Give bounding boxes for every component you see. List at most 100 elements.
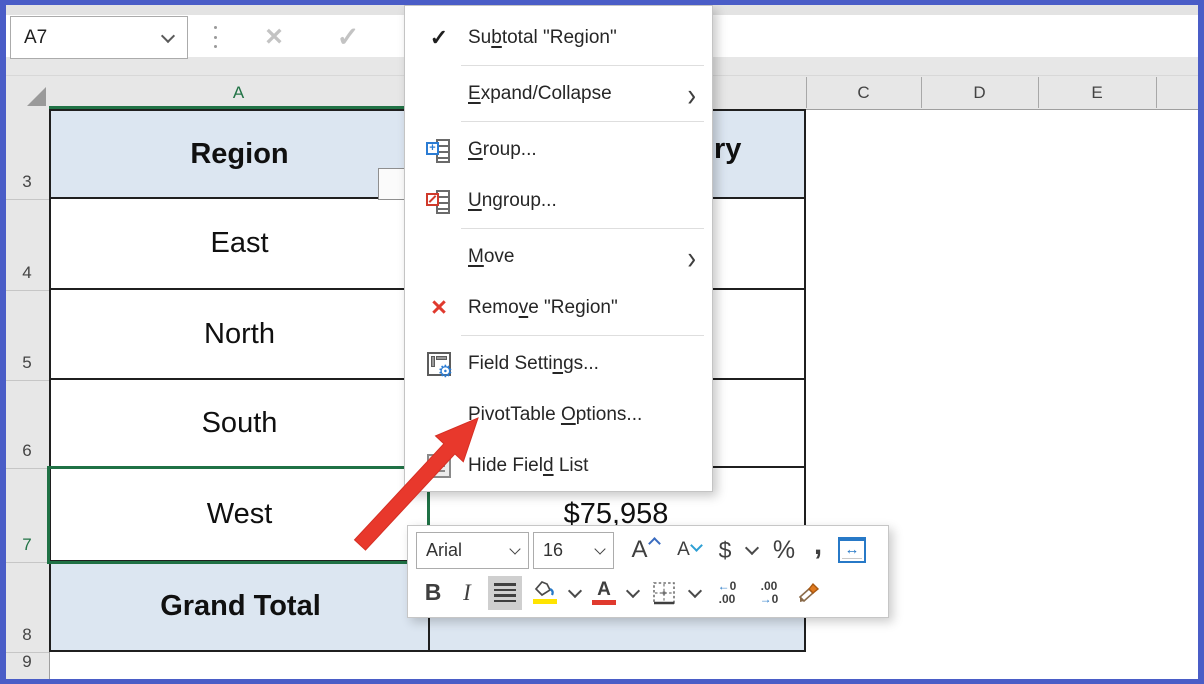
- accounting-format-dropdown[interactable]: [740, 543, 764, 557]
- name-box-value: A7: [11, 27, 163, 49]
- menu-separator: [461, 121, 704, 122]
- font-name-combo[interactable]: Arial: [416, 532, 529, 569]
- menu-item-label: Move: [468, 246, 514, 268]
- italic-button[interactable]: I: [450, 580, 484, 606]
- font-color-letter: A: [597, 580, 611, 599]
- menu-item-expand-collapse[interactable]: Expand/Collapse ›: [405, 68, 712, 119]
- decrease-font-size-button[interactable]: A: [668, 539, 710, 561]
- font-name-value: Arial: [417, 540, 511, 561]
- format-painter-button[interactable]: [790, 580, 828, 606]
- column-header-c[interactable]: C: [806, 80, 921, 106]
- row-header-6[interactable]: 6: [6, 380, 48, 468]
- menu-item-ungroup[interactable]: Ungroup...: [405, 175, 712, 226]
- remove-x-icon: ×: [431, 294, 447, 321]
- selected-column-underline: [49, 106, 428, 109]
- b3-header-visible-text: ry: [714, 133, 741, 166]
- context-menu: ✓ Subtotal "Region" Expand/Collapse › +Group…: [404, 5, 713, 492]
- font-color-button[interactable]: A: [586, 580, 622, 605]
- submenu-arrow-icon: ›: [687, 77, 696, 110]
- region-value-label: South: [202, 407, 278, 440]
- accounting-format-button[interactable]: $: [710, 537, 740, 564]
- chevron-down-icon: [509, 543, 520, 554]
- window-frame-bottom: [0, 679, 1204, 684]
- name-box-resize-handle[interactable]: [214, 26, 220, 48]
- row-header-7[interactable]: 7: [6, 468, 48, 562]
- fill-color-dropdown[interactable]: [564, 586, 586, 600]
- menu-item-label: Group...: [468, 139, 537, 161]
- font-size-combo[interactable]: 16: [533, 532, 614, 569]
- check-icon: ✓: [430, 25, 448, 51]
- comma-style-button[interactable]: ,: [804, 537, 832, 564]
- decrease-decimal-button[interactable]: .00 →0: [748, 580, 790, 606]
- increase-font-size-button[interactable]: A: [622, 536, 668, 564]
- chevron-down-icon[interactable]: [161, 28, 175, 42]
- menu-item-label: PivotTable Options...: [468, 404, 642, 426]
- menu-item-pivottable-options[interactable]: PivotTable Options...: [405, 389, 712, 440]
- column-header-separator: [1038, 77, 1039, 108]
- menu-item-label: Expand/Collapse: [468, 83, 612, 105]
- cell-region-north[interactable]: North: [49, 290, 428, 380]
- menu-item-label: Ungroup...: [468, 190, 557, 212]
- menu-item-move[interactable]: Move›: [405, 231, 712, 282]
- menu-item-field-settings[interactable]: ⚙ Field Settings...: [405, 338, 712, 389]
- menu-item-label: Field Settings...: [468, 353, 599, 375]
- mini-toolbar: Arial 16 A A $ % ,: [407, 525, 889, 618]
- menu-separator: [461, 228, 704, 229]
- ungroup-icon: [426, 189, 452, 213]
- font-size-value: 16: [534, 540, 596, 561]
- window-frame-right: [1198, 0, 1204, 684]
- excel-window: A7 × ✓ A CDE 3456789 Region ry East North S…: [0, 0, 1204, 684]
- paint-bucket-icon: [533, 581, 557, 598]
- row-header-8[interactable]: 8: [6, 562, 48, 652]
- field-settings-icon: ⚙: [427, 352, 451, 376]
- menu-item-subtotal-region[interactable]: ✓ Subtotal "Region": [405, 12, 712, 63]
- formula-enter-button[interactable]: ✓: [326, 20, 370, 54]
- enter-check-icon: ✓: [337, 22, 360, 53]
- select-all-icon[interactable]: [27, 87, 46, 106]
- percent-icon: %: [773, 536, 795, 565]
- cell-region-south[interactable]: South: [49, 380, 428, 468]
- column-header-d[interactable]: D: [921, 80, 1038, 106]
- row-header-3[interactable]: 3: [6, 109, 48, 199]
- region-header-label: Region: [190, 138, 288, 171]
- chevron-down-icon: [745, 541, 759, 555]
- borders-dropdown[interactable]: [684, 586, 706, 600]
- center-align-button[interactable]: [484, 576, 526, 610]
- name-box[interactable]: A7: [10, 16, 188, 59]
- borders-button[interactable]: [644, 580, 684, 606]
- percent-style-button[interactable]: %: [764, 536, 804, 565]
- formula-cancel-button[interactable]: ×: [252, 20, 296, 54]
- cancel-x-icon: ×: [265, 20, 283, 54]
- fill-color-button[interactable]: [526, 581, 564, 604]
- mini-toolbar-row1: Arial 16 A A $ % ,: [416, 529, 880, 572]
- comma-icon: ,: [814, 537, 822, 564]
- row-header-5[interactable]: 5: [6, 290, 48, 380]
- bold-button[interactable]: B: [416, 579, 450, 606]
- region-value-label: North: [204, 318, 275, 351]
- hide-field-list-icon: [427, 454, 451, 478]
- font-color-dropdown[interactable]: [622, 586, 644, 600]
- column-header-a[interactable]: A: [49, 80, 428, 106]
- menu-item-remove-region[interactable]: × Remove "Region": [405, 282, 712, 333]
- align-lines-icon: [488, 576, 522, 610]
- caret-down-icon: [690, 539, 703, 552]
- column-header-separator: [1156, 77, 1157, 108]
- menu-item-label: Hide Field List: [468, 455, 588, 477]
- cell-region-east[interactable]: East: [49, 199, 428, 290]
- menu-item-label: Remove "Region": [468, 297, 618, 319]
- row-header-4[interactable]: 4: [6, 199, 48, 290]
- caret-up-icon: [648, 537, 661, 550]
- autofit-column-width-icon: ↔: [838, 537, 866, 563]
- mini-toolbar-row2: B I A: [416, 572, 880, 615]
- increase-decimal-button[interactable]: ←0 .00: [706, 580, 748, 606]
- menu-item-group[interactable]: +Group...: [405, 124, 712, 175]
- column-header-e[interactable]: E: [1038, 80, 1156, 106]
- menu-item-label: Subtotal "Region": [468, 27, 617, 49]
- chevron-down-icon: [626, 584, 640, 598]
- row-header-9[interactable]: 9: [6, 652, 48, 679]
- cell-a3-region-header[interactable]: Region: [49, 109, 428, 199]
- chevron-down-icon: [594, 543, 605, 554]
- menu-item-hide-field-list[interactable]: Hide Field List: [405, 440, 712, 491]
- autofit-column-width-button[interactable]: ↔: [832, 537, 872, 563]
- font-color-bar: [592, 600, 616, 605]
